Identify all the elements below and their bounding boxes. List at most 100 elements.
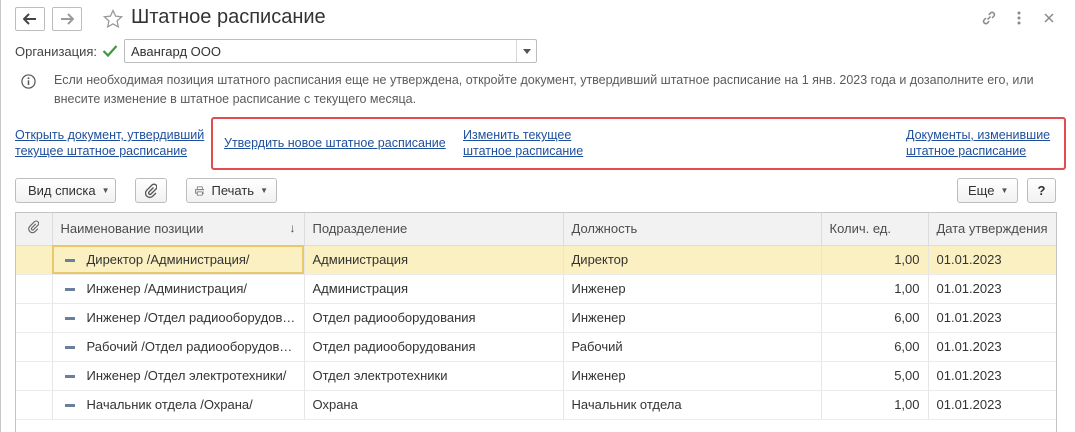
print-button[interactable]: Печать ▼	[186, 178, 277, 203]
staff-schedule-table[interactable]: Наименование позиции ↓ Подразделение Дол…	[15, 212, 1057, 432]
info-icon	[21, 74, 36, 89]
column-header-department[interactable]: Подразделение	[304, 213, 564, 246]
row-quantity-cell: 6,00	[821, 303, 929, 333]
organization-use-checkbox[interactable]	[101, 42, 119, 60]
chevron-down-icon: ▼	[260, 186, 268, 195]
view-list-button[interactable]: Вид списка ▼	[15, 178, 116, 203]
change-current-schedule-link[interactable]: Изменить текущее штатное расписание	[463, 127, 583, 159]
row-attachment-cell	[16, 274, 53, 304]
row-department-cell: Отдел электротехники	[304, 361, 564, 391]
row-name: Инженер /Отдел радиооборудования/	[86, 310, 304, 325]
window-edge	[0, 0, 1, 432]
copy-link-button[interactable]	[978, 7, 1000, 29]
row-position-cell: Рабочий	[563, 332, 822, 362]
chevron-down-icon: ▼	[101, 186, 110, 195]
row-name-cell[interactable]: Инженер /Администрация/	[52, 274, 305, 304]
row-name: Инженер /Отдел электротехники/	[86, 368, 287, 383]
organization-field[interactable]: Авангард ООО	[124, 39, 537, 63]
more-label: Еще	[968, 183, 995, 198]
row-date-cell: 01.01.2023	[928, 274, 1056, 304]
table-row[interactable]: Инженер /Администрация/ Администрация Ин…	[16, 274, 1056, 304]
paperclip-icon	[145, 183, 157, 198]
row-name-cell[interactable]: Начальник отдела /Охрана/	[52, 390, 305, 420]
back-button[interactable]	[15, 7, 45, 31]
table-header-row: Наименование позиции ↓ Подразделение Дол…	[16, 213, 1056, 246]
row-quantity-cell: 6,00	[821, 332, 929, 362]
row-quantity-cell: 1,00	[821, 245, 929, 275]
table-row[interactable]: Инженер /Отдел электротехники/ Отдел эле…	[16, 361, 1056, 391]
more-button[interactable]: Еще ▼	[957, 178, 1018, 203]
row-department-cell: Отдел радиооборудования	[304, 303, 564, 333]
row-attachment-cell	[16, 303, 53, 333]
sort-down-icon: ↓	[289, 221, 296, 236]
close-button[interactable]	[1038, 7, 1060, 29]
row-date-cell: 01.01.2023	[928, 361, 1056, 391]
organization-dropdown-button[interactable]	[516, 40, 536, 62]
row-department-cell: Администрация	[304, 245, 564, 275]
row-type-icon	[64, 375, 75, 379]
row-quantity-cell: 1,00	[821, 274, 929, 304]
column-header-name[interactable]: Наименование позиции ↓	[52, 213, 305, 246]
row-position-cell: Начальник отдела	[563, 390, 822, 420]
row-date-cell: 01.01.2023	[928, 245, 1056, 275]
paperclip-icon	[28, 220, 40, 234]
row-attachment-cell	[16, 390, 53, 420]
checkmark-icon	[102, 45, 118, 58]
close-icon	[1044, 13, 1054, 23]
row-date-cell: 01.01.2023	[928, 332, 1056, 362]
row-type-icon	[64, 404, 75, 408]
row-position-cell: Директор	[563, 245, 822, 275]
attach-file-button[interactable]	[135, 178, 167, 203]
open-approving-document-link[interactable]: Открыть документ, утвердивший текущее шт…	[15, 127, 204, 159]
row-quantity-cell: 1,00	[821, 390, 929, 420]
forward-button[interactable]	[52, 7, 82, 31]
more-vertical-icon	[1017, 11, 1021, 25]
organization-label: Организация:	[15, 44, 98, 59]
forward-arrow-icon	[61, 13, 74, 25]
row-date-cell: 01.01.2023	[928, 303, 1056, 333]
printer-icon	[195, 186, 205, 195]
changing-documents-link-line2: штатное расписание	[906, 144, 1027, 158]
table-row[interactable]: Начальник отдела /Охрана/ Охрана Начальн…	[16, 390, 1056, 420]
row-name: Инженер /Администрация/	[86, 281, 247, 296]
link-icon	[982, 11, 996, 25]
favorite-button[interactable]	[101, 7, 125, 31]
column-header-position[interactable]: Должность	[563, 213, 822, 246]
column-header-name-label: Наименование позиции	[60, 221, 204, 237]
changing-documents-link-line1: Документы, изменившие	[906, 128, 1051, 142]
row-name-cell[interactable]: Рабочий /Отдел радиооборудования/	[52, 332, 305, 362]
approve-new-schedule-link[interactable]: Утвердить новое штатное расписание	[224, 135, 446, 151]
changing-documents-link[interactable]: Документы, изменившие штатное расписание	[906, 127, 1050, 159]
chevron-down-icon	[522, 48, 531, 54]
change-current-schedule-link-line2: штатное расписание	[463, 144, 584, 158]
chevron-down-icon: ▼	[1000, 186, 1009, 195]
attachment-column-header[interactable]	[16, 213, 53, 246]
more-actions-button[interactable]	[1008, 7, 1030, 29]
organization-value: Авангард ООО	[131, 43, 221, 59]
row-type-icon	[64, 259, 75, 263]
row-name-cell[interactable]: Директор /Администрация/	[52, 245, 305, 275]
row-department-cell: Отдел радиооборудования	[304, 332, 564, 362]
row-name: Начальник отдела /Охрана/	[86, 397, 253, 412]
row-position-cell: Инженер	[563, 361, 822, 391]
table-row[interactable]: Директор /Администрация/ Администрация Д…	[16, 245, 1056, 275]
row-department-cell: Охрана	[304, 390, 564, 420]
back-arrow-icon	[23, 13, 36, 25]
row-attachment-cell	[16, 332, 53, 362]
row-name-cell[interactable]: Инженер /Отдел радиооборудования/	[52, 303, 305, 333]
column-header-quantity[interactable]: Колич. ед.	[821, 213, 929, 246]
help-button[interactable]: ?	[1027, 178, 1056, 203]
row-name: Рабочий /Отдел радиооборудования/	[86, 339, 304, 354]
info-message: Если необходимая позиция штатного распис…	[54, 73, 1034, 106]
column-header-approval-date[interactable]: Дата утверждения	[928, 213, 1056, 246]
open-approving-document-link-line2: текущее штатное расписание	[15, 144, 188, 158]
view-list-label: Вид списка	[28, 183, 96, 198]
star-icon	[103, 9, 123, 29]
change-current-schedule-link-line1: Изменить текущее	[463, 128, 572, 142]
table-row[interactable]: Инженер /Отдел радиооборудования/ Отдел …	[16, 303, 1056, 333]
row-quantity-cell: 5,00	[821, 361, 929, 391]
row-department-cell: Администрация	[304, 274, 564, 304]
table-row[interactable]: Рабочий /Отдел радиооборудования/ Отдел …	[16, 332, 1056, 362]
row-type-icon	[64, 288, 75, 292]
row-name-cell[interactable]: Инженер /Отдел электротехники/	[52, 361, 305, 391]
